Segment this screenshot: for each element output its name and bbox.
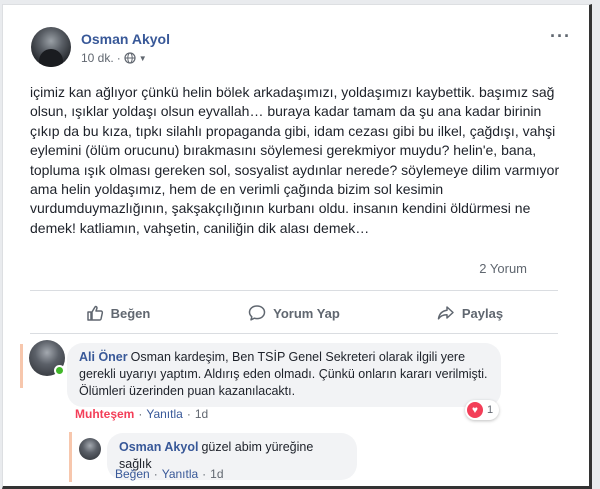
thumbs-up-icon — [86, 305, 103, 321]
globe-icon[interactable] — [124, 52, 136, 64]
footer-dot: · — [138, 407, 143, 421]
footer-dot: · — [202, 467, 207, 481]
post-actions: Beğen Yorum Yap Paylaş — [30, 295, 558, 331]
comment-text: Osman kardeşim, Ben TSİP Genel Sekreteri… — [79, 350, 488, 398]
thread-line — [20, 344, 23, 388]
love-reaction-icon: ♥ — [467, 402, 483, 418]
comment-author[interactable]: Ali Öner — [79, 350, 128, 364]
comment-time[interactable]: 1d — [195, 407, 208, 421]
post-text: içimiz kan ağlıyor çünkü helin bölek ark… — [30, 84, 560, 236]
comment-footer: Muhteşem · Yanıtla · 1d — [75, 407, 208, 421]
audience-caret-icon[interactable]: ▼ — [139, 54, 147, 63]
post-header: Osman Akyol 10 dk. · ▼ ··· — [31, 27, 571, 73]
comment-count[interactable]: 2 Yorum — [479, 261, 527, 276]
reaction-count: 1 — [487, 404, 494, 416]
reply-link[interactable]: Yanıtla — [146, 407, 182, 421]
post-time[interactable]: 10 dk. — [81, 51, 114, 65]
share-label: Paylaş — [461, 305, 504, 321]
meta-separator: · — [116, 51, 121, 65]
divider-bottom — [30, 333, 558, 334]
post-card: Osman Akyol 10 dk. · ▼ ··· içimiz kan ağ… — [2, 4, 592, 489]
author-name[interactable]: Osman Akyol — [81, 31, 170, 47]
comment-label: Yorum Yap — [273, 305, 340, 321]
reaction-count-badge[interactable]: ♥ 1 — [465, 400, 500, 420]
share-button[interactable]: Paylaş — [382, 295, 558, 331]
divider-top — [30, 290, 558, 291]
reply-time[interactable]: 1d — [210, 467, 223, 481]
reply-thread-line — [69, 432, 72, 482]
comment-button[interactable]: Yorum Yap — [206, 295, 382, 331]
footer-dot: · — [153, 467, 158, 481]
comment-bubble: Ali Öner Osman kardeşim, Ben TSİP Genel S… — [67, 343, 501, 407]
footer-dot: · — [186, 407, 191, 421]
reply-author-avatar[interactable] — [79, 438, 101, 460]
like-label: Beğen — [110, 305, 151, 321]
reply-author[interactable]: Osman Akyol — [119, 440, 198, 454]
online-status-icon — [54, 365, 65, 376]
like-button[interactable]: Beğen — [30, 295, 206, 331]
reply-footer: Beğen · Yanıtla · 1d — [115, 467, 224, 481]
reply-like-link[interactable]: Beğen — [115, 467, 150, 481]
more-options-icon[interactable]: ··· — [550, 27, 571, 45]
speech-bubble-icon — [248, 305, 266, 321]
post-meta: 10 dk. · ▼ — [81, 51, 147, 65]
reaction-link[interactable]: Muhteşem — [75, 407, 134, 421]
share-arrow-icon — [437, 306, 454, 320]
author-avatar[interactable] — [31, 27, 71, 67]
reply-reply-link[interactable]: Yanıtla — [162, 467, 198, 481]
